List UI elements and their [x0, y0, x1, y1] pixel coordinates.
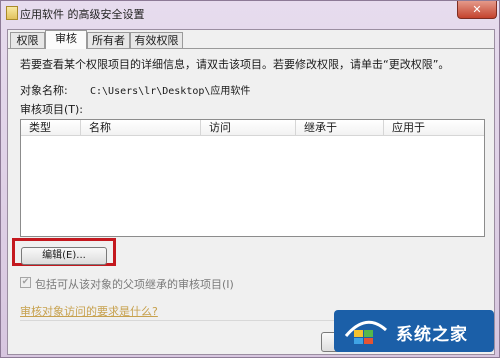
column-header-access[interactable]: 访问 [201, 120, 296, 136]
inherit-checkbox[interactable]: ✔ [20, 277, 31, 288]
dialog-client-area: 权限 审核 所有者 有效权限 若要查看某个权限项目的详细信息，请双击该项目。若要… [7, 29, 495, 355]
security-settings-window: 应用软件 的高级安全设置 ✕ 权限 审核 所有者 有效权限 若要查看某个权限项目… [0, 0, 500, 358]
tab-owner[interactable]: 所有者 [87, 32, 130, 48]
title-bar[interactable]: 应用软件 的高级安全设置 ✕ [1, 1, 500, 25]
help-link[interactable]: 审核对象访问的要求是什么? [20, 303, 158, 319]
watermark-logo-icon [344, 320, 388, 344]
column-header-applies-to[interactable]: 应用于 [384, 120, 484, 136]
instruction-text: 若要查看某个权限项目的详细信息，请双击该项目。若要修改权限，请单击“更改权限”。 [20, 58, 450, 71]
inherit-checkbox-label: 包括可从该对象的父项继承的审核项目(I) [35, 278, 234, 291]
watermark-text: 系统之家 [396, 325, 468, 345]
folder-icon [6, 6, 18, 20]
audit-entries-list[interactable]: 类型 名称 访问 继承于 应用于 [20, 119, 485, 237]
column-header-type[interactable]: 类型 [21, 120, 81, 136]
column-header-inherited-from[interactable]: 继承于 [296, 120, 384, 136]
object-name-label: 对象名称: [20, 84, 68, 97]
audit-list-label: 审核项目(T): [20, 103, 84, 116]
watermark: 系统之家 [334, 310, 494, 352]
window-title: 应用软件 的高级安全设置 [20, 8, 145, 21]
tab-permissions[interactable]: 权限 [10, 32, 45, 48]
column-header-name[interactable]: 名称 [81, 120, 201, 136]
tab-effective-permissions[interactable]: 有效权限 [130, 32, 183, 48]
close-button[interactable]: ✕ [457, 1, 497, 19]
object-name-value: C:\Users\lr\Desktop\应用软件 [90, 86, 251, 97]
edit-button[interactable]: 编辑(E)... [21, 247, 107, 265]
tab-auditing[interactable]: 审核 [45, 30, 87, 49]
